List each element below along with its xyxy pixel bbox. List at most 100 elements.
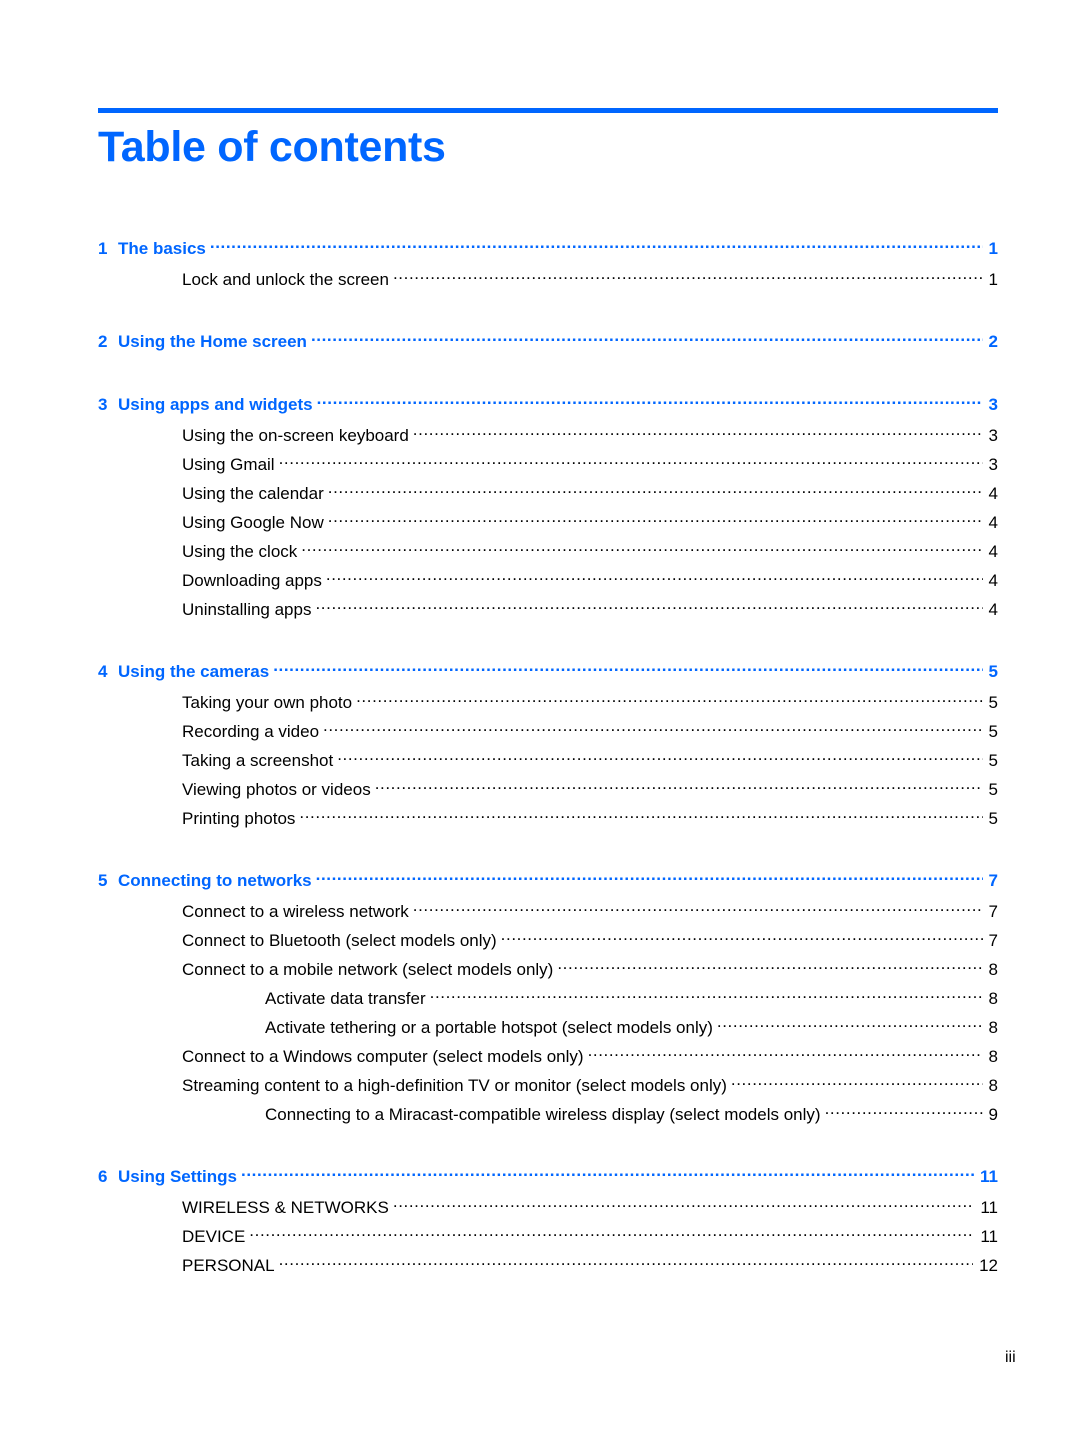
toc-section-entry[interactable]: Printing photos 5 xyxy=(0,802,998,830)
chapter-number: 3 xyxy=(98,395,108,414)
toc-section-entry[interactable]: Using the clock 4 xyxy=(0,535,998,563)
page-number: 8 xyxy=(988,1076,998,1095)
toc-entry-label: WIRELESS & NETWORKS xyxy=(182,1197,393,1219)
toc-section-entry[interactable]: Connect to a wireless network 7 xyxy=(0,895,998,923)
toc-chapter-entry[interactable]: 5 Connecting to networks 7 xyxy=(0,864,998,892)
toc-chapter-entry[interactable]: 4 Using the cameras 5 xyxy=(0,655,998,683)
page-number: 4 xyxy=(988,513,998,532)
page-number: 3 xyxy=(988,395,998,414)
toc-section-entry[interactable]: Viewing photos or videos 5 xyxy=(0,773,998,801)
dot-leader xyxy=(413,895,983,917)
toc-chapter-entry[interactable]: 2 Using the Home screen 2 xyxy=(0,325,998,353)
toc-entry-text: Downloading apps xyxy=(182,571,322,590)
page-number: 2 xyxy=(988,332,998,351)
toc-entry-text: WIRELESS & NETWORKS xyxy=(182,1198,389,1217)
toc-section-entry[interactable]: Recording a video 5 xyxy=(0,715,998,743)
toc-entry-label: Recording a video xyxy=(182,721,324,743)
dot-leader xyxy=(557,953,982,975)
dot-leader xyxy=(299,802,982,824)
toc-entry-label: Taking your own photo xyxy=(182,692,357,714)
chapter-number: 2 xyxy=(98,332,108,351)
toc-section-entry[interactable]: Taking a screenshot 5 xyxy=(0,744,998,772)
chapter-number: 1 xyxy=(98,239,108,258)
toc-section-entry[interactable]: Lock and unlock the screen 1 xyxy=(0,263,998,291)
toc-entry-label: Taking a screenshot xyxy=(182,750,338,772)
page-number: 1 xyxy=(988,270,998,289)
dot-leader xyxy=(279,448,983,470)
page-number: 11 xyxy=(980,1198,998,1217)
toc-section-entry[interactable]: Connect to a mobile network (select mode… xyxy=(0,953,998,981)
toc-entry-label: Using Google Now xyxy=(182,512,328,534)
toc-section-entry[interactable]: Downloading apps 4 xyxy=(0,564,998,592)
toc-entry-text: Using the Home screen xyxy=(118,332,307,351)
toc-entry-label: 5 Connecting to networks xyxy=(98,870,316,892)
toc-entry-text: Using the on-screen keyboard xyxy=(182,426,409,445)
toc-chapter-entry[interactable]: 3 Using apps and widgets 3 xyxy=(0,388,998,416)
toc-entry-label: Using the on-screen keyboard xyxy=(182,425,413,447)
page-number: 8 xyxy=(988,1018,998,1037)
dot-leader xyxy=(328,477,983,499)
toc-entry-label: Viewing photos or videos xyxy=(182,779,375,801)
toc-section-entry[interactable]: Taking your own photo 5 xyxy=(0,686,998,714)
toc-entry-text: Using apps and widgets xyxy=(118,395,313,414)
toc-chapter-entry[interactable]: 6 Using Settings 11 xyxy=(0,1160,998,1188)
dot-leader xyxy=(316,864,983,886)
page-number: 8 xyxy=(988,960,998,979)
toc-section-entry[interactable]: Using Gmail 3 xyxy=(0,448,998,476)
toc-entry-label: Connect to a wireless network xyxy=(182,901,413,923)
toc-entry-text: Lock and unlock the screen xyxy=(182,270,389,289)
toc-section-entry[interactable]: Activate tethering or a portable hotspot… xyxy=(0,1011,998,1039)
toc-entry-text: Taking your own photo xyxy=(182,693,353,712)
toc-entry-text: Recording a video xyxy=(182,722,320,741)
toc-entry-text: Using Settings xyxy=(118,1167,238,1186)
toc-chapter-entry[interactable]: 1 The basics 1 xyxy=(0,232,998,260)
toc-section-entry[interactable]: Using the calendar 4 xyxy=(0,477,998,505)
toc-entry-label: PERSONAL xyxy=(182,1255,279,1277)
toc-section-entry[interactable]: PERSONAL 12 xyxy=(0,1249,998,1277)
toc-entry-text: Viewing photos or videos xyxy=(182,780,371,799)
dot-leader xyxy=(301,535,982,557)
dot-leader xyxy=(588,1040,983,1062)
toc-entry-label: Using Gmail xyxy=(182,454,279,476)
toc-entry-text: Connect to a Windows computer (select mo… xyxy=(182,1047,584,1066)
toc-section-entry[interactable]: Connecting to a Miracast-compatible wire… xyxy=(0,1098,998,1126)
dot-leader xyxy=(356,686,982,708)
toc-section-entry[interactable]: Streaming content to a high-definition T… xyxy=(0,1069,998,1097)
toc-entry-text: Connecting to networks xyxy=(118,871,312,890)
toc-section-entry[interactable]: Using Google Now 4 xyxy=(0,506,998,534)
toc-entry-text: Using the clock xyxy=(182,542,298,561)
toc-entry-text: DEVICE xyxy=(182,1227,246,1246)
toc-section-entry[interactable]: Connect to a Windows computer (select mo… xyxy=(0,1040,998,1068)
toc-entry-label: Activate data transfer xyxy=(265,988,430,1010)
toc-section-entry[interactable]: DEVICE 11 xyxy=(0,1220,998,1248)
toc-section-entry[interactable]: Uninstalling apps 4 xyxy=(0,593,998,621)
toc-entry-text: Connect to a wireless network xyxy=(182,902,409,921)
toc-entry-text: Using Google Now xyxy=(182,513,324,532)
page-number: 5 xyxy=(988,722,998,741)
page-number: 8 xyxy=(988,989,998,1008)
dot-leader xyxy=(717,1011,983,1033)
toc-entry-text: Using Gmail xyxy=(182,455,275,474)
toc-section-entry[interactable]: Using the on-screen keyboard 3 xyxy=(0,419,998,447)
page-folio: iii xyxy=(1005,1349,1016,1366)
dot-leader xyxy=(375,773,983,795)
chapter-number: 5 xyxy=(98,871,108,890)
toc-section-entry[interactable]: WIRELESS & NETWORKS 11 xyxy=(0,1191,998,1219)
page-number: 5 xyxy=(988,751,998,770)
page-number: 1 xyxy=(988,239,998,258)
title-rule xyxy=(98,108,998,113)
dot-leader xyxy=(430,982,983,1004)
chapter-number: 4 xyxy=(98,662,108,681)
toc-entry-label: Activate tethering or a portable hotspot… xyxy=(265,1017,717,1039)
dot-leader xyxy=(413,419,983,441)
page-number: 3 xyxy=(988,455,998,474)
page-number: 3 xyxy=(988,426,998,445)
dot-leader xyxy=(317,388,983,410)
toc-section-entry[interactable]: Connect to Bluetooth (select models only… xyxy=(0,924,998,952)
page-number: 4 xyxy=(988,600,998,619)
page-number: 11 xyxy=(980,1227,998,1246)
dot-leader xyxy=(273,655,982,677)
toc-entry-label: Connect to a mobile network (select mode… xyxy=(182,959,558,981)
toc-section-entry[interactable]: Activate data transfer 8 xyxy=(0,982,998,1010)
page-number: 11 xyxy=(980,1167,998,1186)
